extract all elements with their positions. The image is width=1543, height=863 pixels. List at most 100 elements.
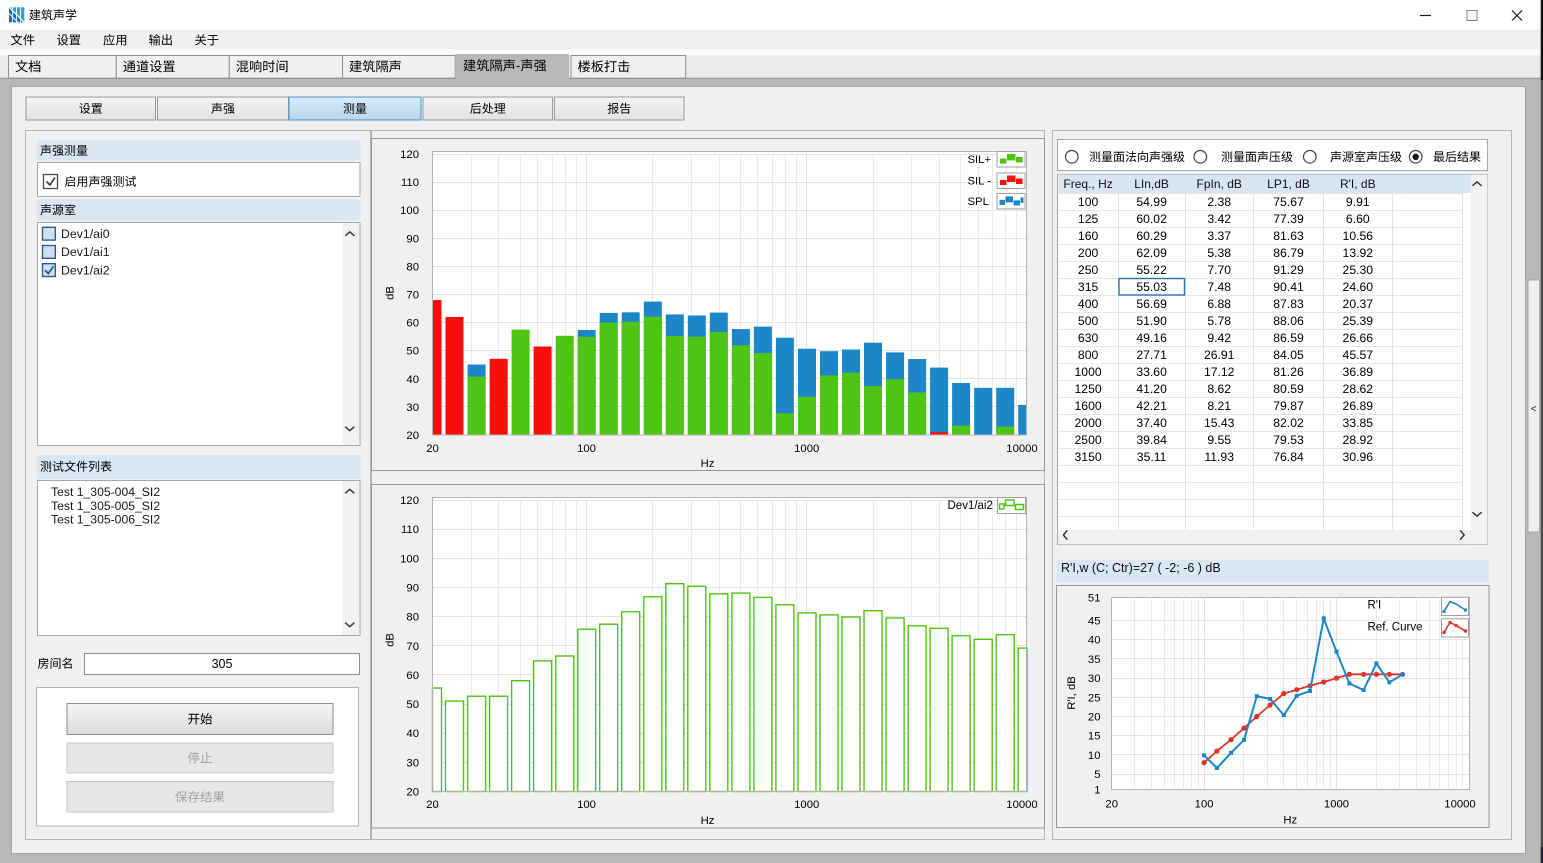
svg-text:35: 35 — [1088, 654, 1101, 666]
svg-text:30.96: 30.96 — [1343, 450, 1374, 464]
svg-text:39.84: 39.84 — [1136, 433, 1167, 447]
svg-text:33.85: 33.85 — [1343, 416, 1374, 430]
svg-text:26.66: 26.66 — [1343, 331, 1374, 345]
svg-text:1000: 1000 — [1324, 798, 1349, 810]
svg-text:10.56: 10.56 — [1343, 229, 1374, 243]
svg-text:79.87: 79.87 — [1273, 399, 1304, 413]
svg-text:84.05: 84.05 — [1273, 348, 1304, 362]
svg-text:30: 30 — [406, 402, 419, 414]
svg-text:110: 110 — [401, 524, 419, 536]
svg-text:2000: 2000 — [1075, 416, 1102, 430]
svg-text:56.69: 56.69 — [1136, 297, 1167, 311]
svg-text:Test 1_305-005_SI2: Test 1_305-005_SI2 — [51, 499, 160, 513]
svg-text:1: 1 — [1094, 784, 1100, 796]
svg-text:28.62: 28.62 — [1343, 382, 1374, 396]
svg-text:37.40: 37.40 — [1136, 416, 1167, 430]
svg-text:SPL: SPL — [968, 196, 989, 208]
svg-text:20.37: 20.37 — [1343, 297, 1374, 311]
svg-text:6.60: 6.60 — [1346, 212, 1370, 226]
svg-text:110: 110 — [401, 177, 419, 189]
svg-text:80: 80 — [406, 612, 419, 624]
svg-text:20: 20 — [406, 430, 419, 442]
svg-text:100: 100 — [400, 205, 419, 217]
svg-text:SIL+: SIL+ — [968, 154, 992, 166]
svg-text:40: 40 — [406, 728, 419, 740]
svg-text:30: 30 — [406, 757, 419, 769]
svg-text:8.62: 8.62 — [1207, 382, 1231, 396]
svg-text:35.11: 35.11 — [1137, 450, 1167, 464]
svg-text:9.91: 9.91 — [1346, 195, 1370, 209]
svg-text:315: 315 — [1078, 280, 1099, 294]
svg-text:dB: dB — [384, 633, 396, 647]
svg-text:60: 60 — [406, 670, 419, 682]
svg-text:500: 500 — [1078, 314, 1099, 328]
svg-text:54.99: 54.99 — [1136, 195, 1167, 209]
svg-text:10: 10 — [1088, 750, 1101, 762]
svg-text:15: 15 — [1088, 731, 1101, 743]
svg-text:2500: 2500 — [1075, 433, 1102, 447]
svg-text:79.53: 79.53 — [1273, 433, 1304, 447]
svg-text:100: 100 — [577, 443, 596, 455]
svg-text:2.38: 2.38 — [1207, 195, 1231, 209]
svg-text:LIn,dB: LIn,dB — [1134, 177, 1169, 191]
svg-text:9.42: 9.42 — [1207, 331, 1231, 345]
svg-text:10000: 10000 — [1006, 799, 1037, 811]
svg-text:45: 45 — [1088, 615, 1101, 627]
svg-text:3150: 3150 — [1075, 450, 1102, 464]
svg-text:7.48: 7.48 — [1207, 280, 1231, 294]
svg-text:3.37: 3.37 — [1207, 229, 1231, 243]
svg-text:24.60: 24.60 — [1343, 280, 1374, 294]
svg-text:26.91: 26.91 — [1204, 348, 1235, 362]
svg-text:33.60: 33.60 — [1136, 365, 1167, 379]
svg-text:40: 40 — [1088, 635, 1101, 647]
svg-text:Ref. Curve: Ref. Curve — [1368, 622, 1423, 634]
svg-text:76.84: 76.84 — [1273, 450, 1304, 464]
svg-text:1600: 1600 — [1075, 399, 1102, 413]
svg-text:200: 200 — [1078, 246, 1099, 260]
svg-text:5.38: 5.38 — [1207, 246, 1231, 260]
svg-text:80: 80 — [406, 261, 419, 273]
svg-text:100: 100 — [400, 553, 419, 565]
svg-text:<: < — [1531, 404, 1537, 415]
svg-text:70: 70 — [406, 641, 419, 653]
svg-text:62.09: 62.09 — [1136, 246, 1167, 260]
svg-text:50: 50 — [406, 346, 419, 358]
svg-text:5.78: 5.78 — [1207, 314, 1231, 328]
svg-text:91.29: 91.29 — [1273, 263, 1304, 277]
svg-text:305: 305 — [212, 657, 233, 671]
svg-text:R'I, dB: R'I, dB — [1340, 177, 1376, 191]
svg-text:Dev1/ai2: Dev1/ai2 — [948, 500, 993, 512]
svg-text:Hz: Hz — [1283, 814, 1297, 826]
svg-text:dB: dB — [384, 286, 396, 300]
svg-text:80.59: 80.59 — [1273, 382, 1304, 396]
svg-text:Dev1/ai0: Dev1/ai0 — [61, 227, 110, 241]
svg-text:Dev1/ai2: Dev1/ai2 — [61, 263, 110, 277]
svg-text:36.89: 36.89 — [1343, 365, 1374, 379]
svg-text:87.83: 87.83 — [1273, 297, 1304, 311]
svg-text:45.57: 45.57 — [1343, 348, 1374, 362]
svg-text:125: 125 — [1078, 212, 1099, 226]
svg-text:25.30: 25.30 — [1343, 263, 1374, 277]
svg-text:55.03: 55.03 — [1136, 280, 1167, 294]
svg-text:Freq., Hz: Freq., Hz — [1063, 177, 1112, 191]
svg-text:20: 20 — [1088, 711, 1101, 723]
svg-text:90.41: 90.41 — [1273, 280, 1304, 294]
svg-text:17.12: 17.12 — [1204, 365, 1235, 379]
svg-text:82.02: 82.02 — [1273, 416, 1304, 430]
svg-text:25: 25 — [1088, 692, 1101, 704]
svg-text:1000: 1000 — [794, 799, 819, 811]
svg-text:60.02: 60.02 — [1136, 212, 1167, 226]
svg-text:11.93: 11.93 — [1204, 450, 1234, 464]
svg-text:1000: 1000 — [1075, 365, 1102, 379]
svg-text:81.26: 81.26 — [1273, 365, 1304, 379]
svg-text:100: 100 — [1195, 798, 1214, 810]
svg-text:55.22: 55.22 — [1136, 263, 1167, 277]
svg-text:1250: 1250 — [1075, 382, 1102, 396]
svg-text:100: 100 — [577, 799, 596, 811]
svg-text:60: 60 — [406, 318, 419, 330]
svg-text:800: 800 — [1078, 348, 1099, 362]
svg-text:60.29: 60.29 — [1136, 229, 1167, 243]
svg-text:120: 120 — [400, 149, 419, 161]
svg-text:LP1, dB: LP1, dB — [1267, 177, 1310, 191]
svg-text:Hz: Hz — [701, 458, 715, 470]
